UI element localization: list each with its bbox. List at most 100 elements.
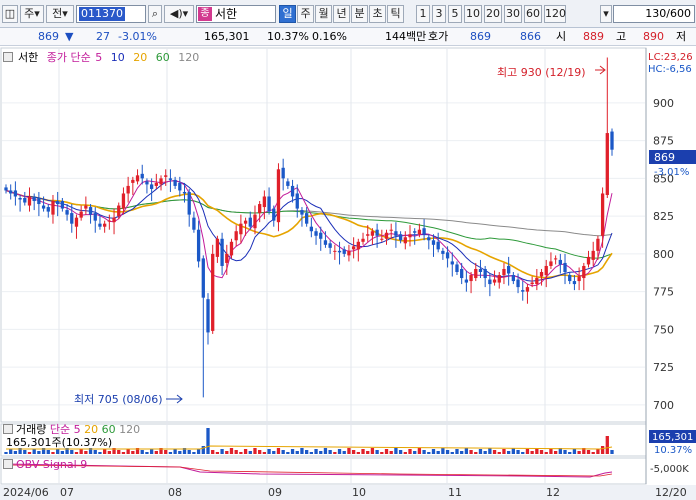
candle-body <box>356 241 360 250</box>
hoga-label: 호가 <box>428 30 449 43</box>
candle-body <box>577 276 581 282</box>
jeon-label: 전 <box>52 7 63 20</box>
period-button-3[interactable]: 년 <box>333 5 350 23</box>
candle-body <box>380 238 384 240</box>
pane-menu-icon[interactable] <box>3 52 13 62</box>
candle-body <box>502 268 506 276</box>
candle-body <box>455 264 459 272</box>
search-icon[interactable]: ⌕ <box>148 5 162 23</box>
period-button-1[interactable]: 주 <box>297 5 314 23</box>
volume-bar <box>37 451 41 454</box>
candle-body <box>290 185 295 197</box>
candle-body <box>521 290 525 292</box>
interval-button-60[interactable]: 60 <box>524 5 542 23</box>
candle-body <box>488 279 492 285</box>
candle-body <box>558 259 562 265</box>
volume-bar <box>492 450 497 454</box>
volume-bar <box>497 452 501 454</box>
interval-button-10[interactable]: 10 <box>464 5 482 23</box>
obv-pane-menu-icon[interactable] <box>3 459 13 469</box>
current-price-tag-value: 869 <box>654 151 675 164</box>
stock-chart[interactable]: 900 875 850 825 800 775 750 725 700 최고 930 (12/1… <box>0 46 696 500</box>
volume-ma60[interactable]: 60 <box>102 423 116 436</box>
candle-body <box>149 184 154 189</box>
candle-body <box>333 250 337 252</box>
stock-code-input[interactable]: 011370 <box>76 5 146 23</box>
candle-body <box>361 238 365 242</box>
period-button-2[interactable]: 월 <box>315 5 332 23</box>
candle-body <box>234 231 238 241</box>
candle-body <box>74 217 79 227</box>
volume-bar <box>441 448 445 454</box>
candle-body <box>413 231 417 233</box>
mode-select[interactable]: 주▾ <box>20 5 44 23</box>
volume-bar <box>93 450 97 454</box>
candle-body <box>225 253 229 263</box>
period-button-6[interactable]: 틱 <box>387 5 404 23</box>
volume-ma120[interactable]: 120 <box>119 423 140 436</box>
volume-bar <box>13 451 18 454</box>
candle-body <box>342 249 346 254</box>
volume-ma20[interactable]: 20 <box>84 423 98 436</box>
candle-body <box>145 181 149 185</box>
volume-ma5[interactable]: 5 <box>74 423 81 436</box>
volume-bar <box>281 450 285 454</box>
data-count-field[interactable]: 130/600 <box>613 5 695 23</box>
volume-bar <box>436 451 440 454</box>
period-button-4[interactable]: 분 <box>351 5 368 23</box>
volume-bar <box>107 451 111 454</box>
volume-pane-menu-icon[interactable] <box>3 424 13 434</box>
period-button-5[interactable]: 초 <box>369 5 386 23</box>
high-price: 890 <box>643 30 664 43</box>
jeon-select[interactable]: 전▾ <box>46 5 74 23</box>
interval-button-5[interactable]: 5 <box>448 5 462 23</box>
candle-body <box>4 187 8 191</box>
candle-body <box>610 131 614 150</box>
open-label: 시 <box>556 30 567 43</box>
interval-button-30[interactable]: 30 <box>504 5 522 23</box>
layout-icon[interactable]: ◫ <box>2 5 18 23</box>
legend-ma5[interactable]: 5 <box>95 51 102 64</box>
interval-button-3[interactable]: 3 <box>432 5 446 23</box>
y-tick-label: 775 <box>653 286 674 299</box>
candle-body <box>394 231 398 236</box>
volume-bar <box>314 449 318 454</box>
volume-bar <box>422 450 426 454</box>
dropdown-arrow-icon[interactable]: ▾ <box>600 5 612 23</box>
legend-ma10[interactable]: 10 <box>111 51 125 64</box>
candle-body <box>563 262 567 272</box>
volume-bar <box>394 448 398 454</box>
open-price: 889 <box>583 30 604 43</box>
candle-body <box>229 241 234 256</box>
legend-ma120[interactable]: 120 <box>178 51 199 64</box>
interval-button-120[interactable]: 120 <box>544 5 566 23</box>
y-tick-label: 800 <box>653 248 674 261</box>
candle-body <box>427 237 431 241</box>
speaker-icon[interactable]: ◀)▾ <box>164 5 194 23</box>
legend-ma20[interactable]: 20 <box>133 51 147 64</box>
candle-body <box>582 265 586 279</box>
candle-body <box>98 223 102 227</box>
stock-tag: 종 <box>198 7 212 21</box>
candle-body <box>187 191 191 215</box>
volume-bar <box>600 446 605 454</box>
legend-ma60[interactable]: 60 <box>156 51 170 64</box>
high-label: 고 <box>616 30 627 43</box>
volume-bar <box>455 449 459 454</box>
volume-bar <box>84 451 88 454</box>
legend-stock-name: 서한 <box>18 51 39 64</box>
interval-button-1[interactable]: 1 <box>416 5 430 23</box>
volume-bar <box>450 452 454 454</box>
interval-button-20[interactable]: 20 <box>484 5 502 23</box>
volume-bar <box>403 452 407 454</box>
candle-body <box>262 196 267 208</box>
x-axis-label: 08 <box>168 486 182 499</box>
candle-body <box>103 223 107 227</box>
candle-body <box>154 182 158 186</box>
candle-body <box>9 190 13 194</box>
stock-name-field[interactable]: 종 서한 <box>196 5 276 23</box>
candle-body <box>201 258 205 298</box>
period-button-0[interactable]: 일 <box>279 5 296 23</box>
candle-body <box>79 211 83 218</box>
stock-name: 서한 <box>215 7 238 21</box>
